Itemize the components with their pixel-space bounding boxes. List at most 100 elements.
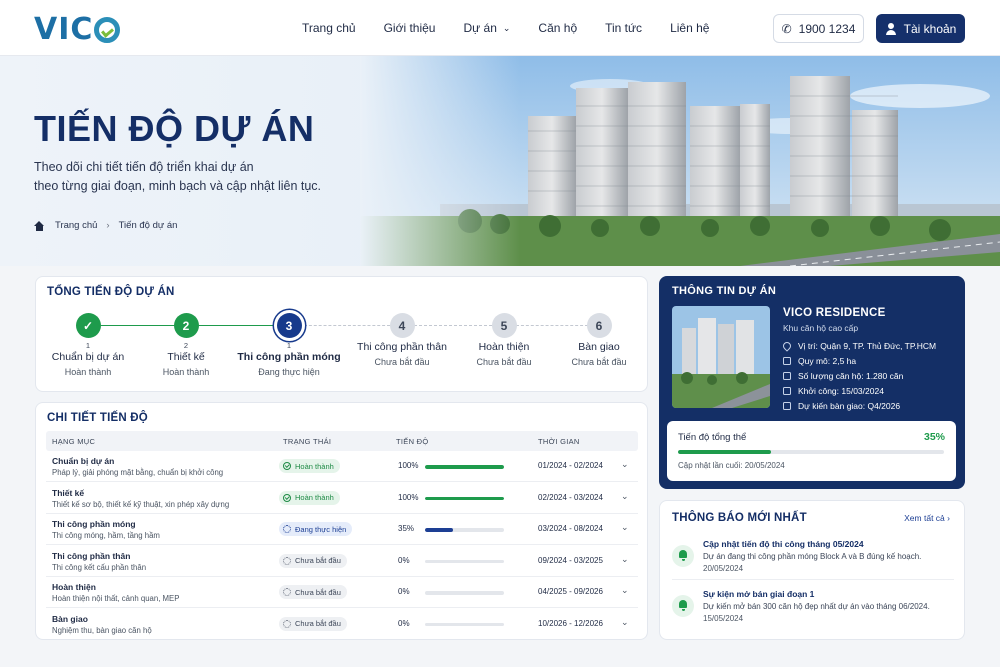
status-icon [283,462,291,470]
table-row[interactable]: Thi công phần móng Thi công móng, hầm, tầ… [46,514,638,545]
row-progress-bar [425,528,504,532]
row-progress-fill [425,528,453,532]
step-number: 3 [276,313,302,338]
project-units-text: Số lượng căn hộ: 1.280 căn [798,371,904,381]
notification-body: Dự án đang thi công phần móng Block A và… [703,552,922,561]
expand-chevron-icon[interactable]: ⌄ [621,459,629,470]
nav-apartments[interactable]: Căn hộ [538,21,577,35]
table-row[interactable]: Thiết kế Thiết kế sơ bộ, thiết kế kỹ thuậ… [46,483,638,514]
expand-chevron-icon[interactable]: ⌄ [621,522,629,533]
status-icon [283,525,291,533]
column-header-status: TRẠNG THÁI [283,437,332,446]
row-description: Hoàn thiện nội thất, cảnh quan, MEP [52,594,180,603]
expand-chevron-icon[interactable]: ⌄ [621,585,629,596]
notification-date: 15/05/2024 [703,614,744,623]
step-superstructure[interactable]: 4 Thi công phần thân Chưa bắt đầu [347,313,457,367]
row-title: Bàn giao [52,613,88,624]
breadcrumb: Trang chủ › Tiến độ dự án [34,220,177,231]
period-label: 02/2024 - 03/2024 [538,492,603,502]
step-label: Bàn giao [578,341,620,353]
nav-projects[interactable]: Dự án ⌄ [463,21,510,35]
row-description: Thi công móng, hầm, tầng hầm [52,531,160,540]
chevron-down-icon: ⌄ [502,22,511,33]
notification-title: Cập nhật tiến độ thi công tháng 05/2024 [703,539,864,549]
phone-icon: ✆ [781,21,792,36]
percent-label: 35% [398,524,415,533]
account-button[interactable]: Tài khoản [876,14,965,43]
see-all-label: Xem tất cả [904,513,945,523]
row-progress-fill [425,496,504,500]
bell-icon [672,545,694,567]
expand-chevron-icon[interactable]: ⌄ [621,617,629,628]
project-units: Số lượng căn hộ: 1.280 căn [783,371,903,381]
row-description: Pháp lý, giải phóng mặt bằng, chuẩn bị k… [52,468,224,477]
expand-chevron-icon[interactable]: ⌄ [621,554,629,565]
see-all-link[interactable]: Xem tất cả › [904,513,950,523]
nav-projects-label: Dự án [463,21,497,35]
step-label: Thi công phần thân [357,341,447,353]
detail-progress-title: CHI TIẾT TIẾN ĐỘ [47,412,148,424]
project-name: VICO RESIDENCE [783,307,886,319]
logo[interactable]: VIC [34,12,121,47]
step-status: Chưa bắt đầu [374,357,430,367]
step-design[interactable]: 2 2 Thiết kế Hoàn thành [131,313,241,377]
hotline-number: 1900 1234 [798,21,856,36]
row-progress-bar [425,465,504,469]
step-foundation[interactable]: 3 1 Thi công phần móng Đang thực hiện [234,313,344,377]
status-badge: Chưa bắt đầu [279,616,347,631]
row-progress-bar [425,559,504,563]
row-progress-fill [425,465,504,469]
table-row[interactable]: Chuẩn bị dự án Pháp lý, giải phóng mặt bằ… [46,451,638,482]
step-prepare[interactable]: ✓ 1 Chuẩn bị dự án Hoàn thành [33,313,143,377]
logo-text: VIC [34,12,94,47]
step-number: 6 [586,313,612,338]
table-row[interactable]: Thi công phần thân Thi công kết cấu phần … [46,546,638,577]
last-updated: Cập nhật lần cuối: 20/05/2024 [678,461,785,470]
overall-progress-label: Tiến độ tổng thể [678,432,747,443]
page-title: TIẾN ĐỘ DỰ ÁN [34,108,315,149]
breadcrumb-home[interactable]: Trang chủ [55,220,97,231]
step-connector [414,325,492,326]
calendar-icon [783,387,791,395]
step-number: 5 [491,313,517,338]
row-title: Thi công phần thân [52,550,131,561]
row-progress-bar [425,496,504,500]
nav-contact[interactable]: Liên hệ [670,21,709,35]
percent-label: 100% [398,492,419,502]
project-scale: Quy mô: 2,5 ha [783,356,856,366]
percent-label: 0% [398,587,410,596]
row-title: Hoàn thiện [52,582,96,592]
breadcrumb-separator-icon: › [106,220,110,231]
area-icon [783,357,791,365]
step-sub-number: 1 [286,341,292,350]
period-label: 03/2024 - 08/2024 [538,524,603,533]
chevron-right-icon: › [947,513,950,523]
step-number: 2 [173,313,199,338]
overall-progress-value: 35% [923,431,945,443]
step-sub-number: 2 [183,341,189,350]
notifications-card: THÔNG BÁO MỚI NHẤT Xem tất cả › Cập nhật… [659,500,965,640]
row-title: Chuẩn bị dự án [52,456,115,466]
step-status: Hoàn thành [64,367,112,377]
main-nav: Trang chủ Giới thiệu Dự án ⌄ Căn hộ Tin t… [302,0,737,56]
home-icon[interactable] [34,220,45,231]
status-badge: Hoàn thành [279,490,340,505]
table-row[interactable]: Bàn giao Nghiệm thu, bàn giao căn hộ Chưa … [46,609,638,640]
hotline-button[interactable]: ✆ 1900 1234 [773,14,864,43]
table-row[interactable]: Hoàn thiện Hoàn thiện nội thất, cảnh quan… [46,577,638,608]
status-icon [283,588,291,596]
nav-news[interactable]: Tin tức [605,21,642,35]
expand-chevron-icon[interactable]: ⌄ [621,491,629,502]
period-label: 04/2025 - 09/2026 [538,587,603,596]
step-finishing[interactable]: 5 Hoàn thiện Chưa bắt đầu [449,313,559,367]
progress-stepper: ✓ 1 Chuẩn bị dự án Hoàn thành 2 2 Thiết … [36,313,648,383]
row-description: Thiết kế sơ bộ, thiết kế kỹ thuật, xin p… [52,499,230,509]
nav-home[interactable]: Trang chủ [302,21,356,35]
step-handover[interactable]: 6 Bàn giao Chưa bắt đầu [544,313,654,367]
nav-about[interactable]: Giới thiệu [384,21,436,35]
row-title: Thi công phần móng [52,519,136,529]
percent-label: 0% [398,555,410,565]
user-icon [885,22,897,35]
step-label: Thiết kế [167,351,205,363]
location-pin-icon [781,340,793,352]
